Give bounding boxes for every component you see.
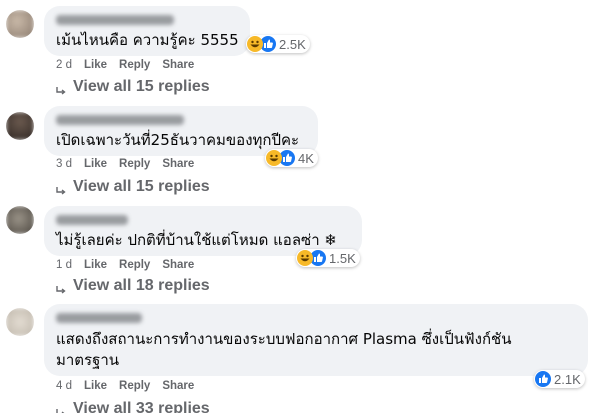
avatar[interactable] [6, 308, 34, 336]
reply-button[interactable]: Reply [119, 259, 150, 271]
view-replies-link[interactable]: View all 15 replies [56, 78, 210, 96]
view-replies-label: View all 15 replies [73, 178, 210, 195]
haha-icon [297, 250, 313, 266]
timestamp[interactable]: 1 d [56, 259, 72, 271]
view-replies-link[interactable]: View all 15 replies [56, 178, 210, 196]
view-replies-label: View all 33 replies [73, 400, 210, 413]
reply-arrow-icon [56, 405, 66, 413]
share-button[interactable]: Share [162, 59, 194, 71]
timestamp[interactable]: 2 d [56, 59, 72, 71]
author-name-redacted[interactable] [56, 313, 142, 323]
comment-text: แสดงถึงสถานะการทำงานของระบบฟอกอากาศ Plas… [56, 330, 512, 369]
comment-text: เม้นไหนคือ ความรู้คะ 5555 [56, 31, 239, 49]
comment-text: เปิดเฉพาะวันที่25ธันวาคมของทุกปีคะ [56, 131, 300, 149]
view-replies-label: View all 18 replies [73, 277, 210, 294]
avatar[interactable] [6, 206, 34, 234]
haha-icon [247, 36, 263, 52]
like-button[interactable]: Like [84, 59, 107, 71]
like-button[interactable]: Like [84, 259, 107, 271]
haha-icon [266, 150, 282, 166]
like-icon [535, 371, 551, 387]
comment-bubble: แสดงถึงสถานะการทำงานของระบบฟอกอากาศ Plas… [44, 304, 588, 376]
avatar[interactable] [6, 10, 34, 38]
view-replies-link[interactable]: View all 33 replies [56, 400, 210, 413]
reaction-summary[interactable]: 2.5K [246, 35, 310, 53]
share-button[interactable]: Share [162, 380, 194, 392]
timestamp[interactable]: 4 d [56, 380, 72, 392]
reaction-count: 2.5K [279, 36, 306, 52]
reply-button[interactable]: Reply [119, 380, 150, 392]
comment-actions: 3 d Like Reply Share [56, 158, 206, 170]
share-button[interactable]: Share [162, 259, 194, 271]
reaction-count: 1.5K [329, 250, 356, 266]
comment-actions: 2 d Like Reply Share [56, 59, 206, 71]
reply-arrow-icon [56, 83, 66, 95]
avatar[interactable] [6, 112, 34, 140]
reply-button[interactable]: Reply [119, 59, 150, 71]
reply-arrow-icon [56, 183, 66, 195]
reaction-summary[interactable]: 1.5K [296, 249, 360, 267]
reaction-summary[interactable]: 2.1K [534, 370, 585, 388]
comment-bubble: เม้นไหนคือ ความรู้คะ 5555 [44, 6, 250, 56]
like-button[interactable]: Like [84, 380, 107, 392]
comment-actions: 4 d Like Reply Share [56, 380, 206, 392]
reaction-count: 2.1K [554, 371, 581, 387]
share-button[interactable]: Share [162, 158, 194, 170]
reaction-summary[interactable]: 4K [265, 149, 318, 167]
comment-text: ไม่รู้เลยค่ะ ปกติที่บ้านใช้แต่โหมด แอลซ่… [56, 231, 337, 249]
author-name-redacted[interactable] [56, 115, 184, 125]
reply-arrow-icon [56, 282, 66, 294]
author-name-redacted[interactable] [56, 15, 174, 25]
reaction-count: 4K [298, 150, 314, 166]
like-button[interactable]: Like [84, 158, 107, 170]
view-replies-label: View all 15 replies [73, 78, 210, 95]
author-name-redacted[interactable] [56, 215, 128, 225]
reply-button[interactable]: Reply [119, 158, 150, 170]
view-replies-link[interactable]: View all 18 replies [56, 277, 210, 295]
comment-actions: 1 d Like Reply Share [56, 259, 206, 271]
timestamp[interactable]: 3 d [56, 158, 72, 170]
